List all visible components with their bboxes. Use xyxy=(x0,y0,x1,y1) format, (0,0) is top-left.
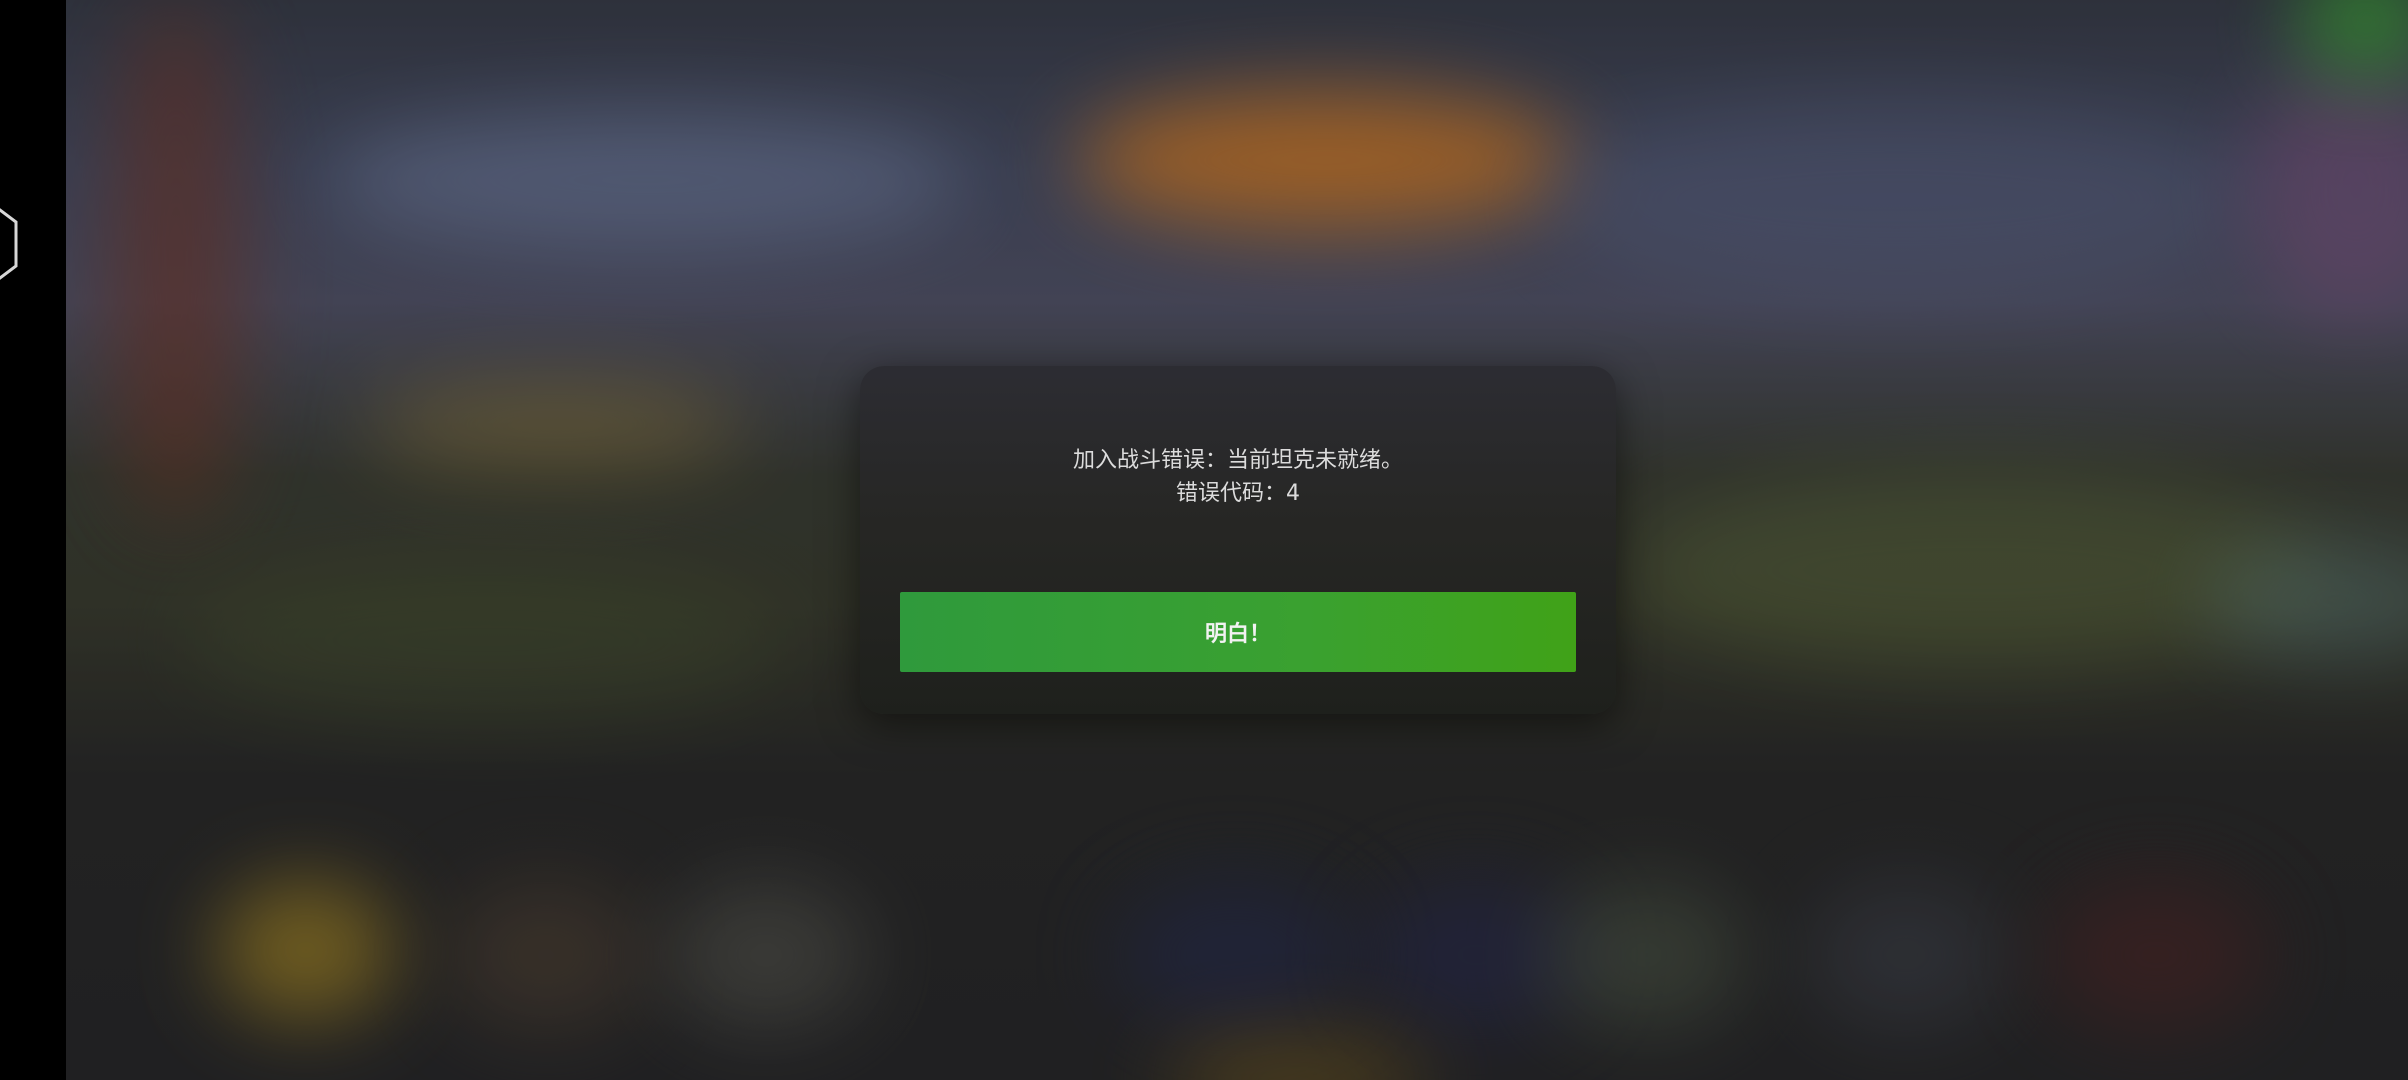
error-message: 加入战斗错误：当前坦克未就绪。 错误代码：4 xyxy=(860,444,1616,510)
left-system-bar xyxy=(0,0,66,1080)
hexagon-icon[interactable] xyxy=(0,196,26,292)
error-code-line: 错误代码：4 xyxy=(1176,481,1300,506)
confirm-button[interactable]: 明白！ xyxy=(900,592,1576,672)
error-message-line: 加入战斗错误：当前坦克未就绪。 xyxy=(1072,448,1403,473)
error-dialog: 加入战斗错误：当前坦克未就绪。 错误代码：4 明白！ xyxy=(860,366,1616,714)
